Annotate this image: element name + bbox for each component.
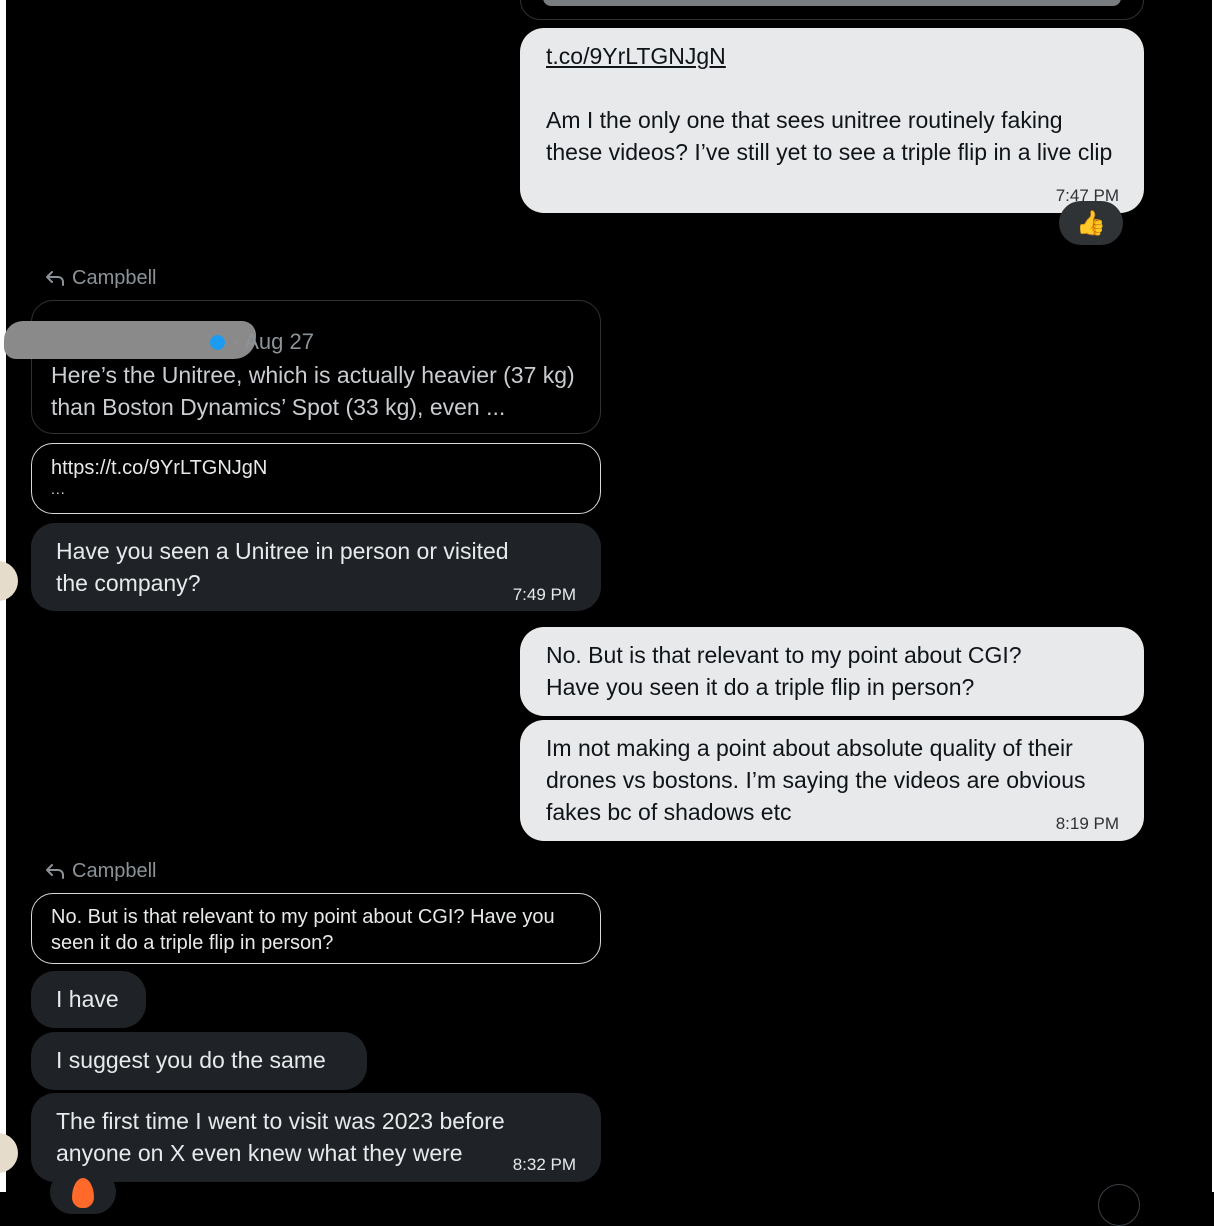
quoted-post-card[interactable]: · Aug 27 Here’s the Unitree, which is ac… [4,300,601,434]
fire-emoji [72,1178,94,1208]
message-text: Have you seen a Unitree in person or vis… [56,538,509,596]
media-attachment[interactable] [520,0,1144,20]
reply-arrow-icon [46,863,64,879]
reply-target-name: Campbell [72,860,157,882]
ellipsis: ... [51,481,66,497]
scroll-to-bottom-button[interactable] [1098,1184,1140,1226]
quoted-post-date: · Aug 27 [232,329,314,354]
message-outgoing[interactable]: t.co/9YrLTGNJgN Am I the only one that s… [520,28,1144,213]
message-timestamp: 7:49 PM [512,585,576,604]
quoted-post-text: Here’s the Unitree, which is actually he… [51,362,575,420]
reply-arrow-icon [46,270,64,286]
message-incoming[interactable]: I suggest you do the same [31,1032,367,1090]
media-preview [543,0,1121,6]
reply-indicator: Campbell [44,860,156,883]
thumbs-up-reaction[interactable]: 👍 [1059,201,1123,245]
replied-message-preview[interactable]: https://t.co/9YrLTGNJgN ... [31,443,601,514]
avatar[interactable] [0,1133,18,1173]
message-outgoing[interactable]: No. But is that relevant to my point abo… [520,627,1144,716]
link-url[interactable]: https://t.co/9YrLTGNJgN [51,456,581,480]
message-text: Am I the only one that sees unitree rout… [546,107,1113,165]
message-text: No. But is that relevant to my point abo… [546,642,1022,700]
reply-target-name: Campbell [72,267,157,289]
verified-badge-icon [210,335,225,350]
message-outgoing[interactable]: Im not making a point about absolute qua… [520,720,1144,841]
message-text: Im not making a point about absolute qua… [546,735,1086,825]
quoted-post-meta: · Aug 27 [4,315,362,359]
message-text: I suggest you do the same [56,1047,326,1073]
replied-message-text: No. But is that relevant to my point abo… [51,906,555,954]
reply-indicator: Campbell [44,267,156,290]
message-text: The first time I went to visit was 2023 … [56,1108,505,1166]
replied-message-preview[interactable]: No. But is that relevant to my point abo… [31,893,601,964]
message-incoming[interactable]: I have [31,971,146,1028]
message-link[interactable]: t.co/9YrLTGNJgN [546,40,1118,72]
fire-reaction[interactable] [50,1170,116,1214]
avatar[interactable] [0,561,18,601]
thumbs-up-emoji: 👍 [1076,209,1106,237]
message-incoming[interactable]: Have you seen a Unitree in person or vis… [31,523,601,611]
message-text: I have [56,986,119,1012]
message-incoming[interactable]: The first time I went to visit was 2023 … [31,1093,601,1182]
message-timestamp: 8:32 PM [512,1155,576,1174]
message-timestamp: 8:19 PM [1055,814,1119,833]
